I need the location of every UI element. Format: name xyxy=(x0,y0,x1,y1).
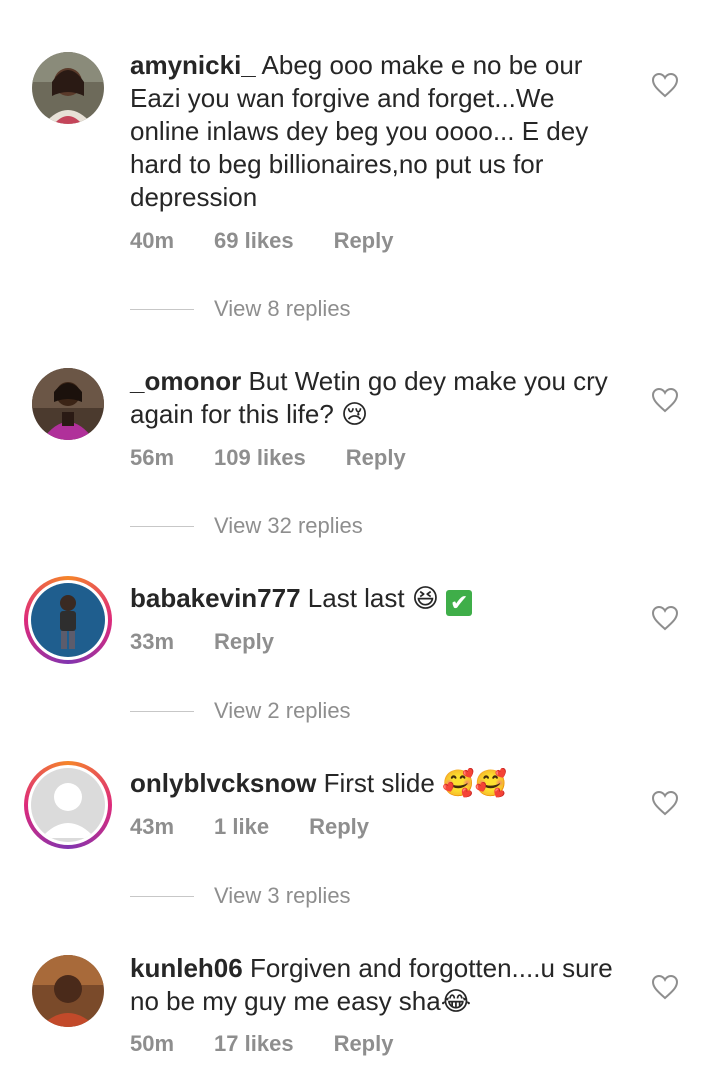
timestamp: 40m xyxy=(130,228,175,253)
comment-body: Last last 😆 xyxy=(300,583,439,613)
comment-body: First slide 🥰🥰 xyxy=(316,768,507,798)
view-replies-label: View 8 replies xyxy=(214,296,351,321)
avatar[interactable] xyxy=(32,52,104,124)
divider-line xyxy=(130,710,194,712)
view-replies-label: View 32 replies xyxy=(214,513,363,538)
comment-meta: 56m 109 likes Reply xyxy=(130,445,406,471)
avatar-story-ring[interactable] xyxy=(24,576,112,664)
reply-button[interactable]: Reply xyxy=(334,228,394,254)
check-mark-icon: ✔ xyxy=(446,590,473,616)
reply-button[interactable]: Reply xyxy=(309,814,369,840)
likes-count[interactable]: 69 likes xyxy=(214,228,294,254)
view-replies-button[interactable]: View 32 replies xyxy=(130,513,363,539)
timestamp: 56m xyxy=(130,445,175,470)
timestamp: 33m xyxy=(130,629,175,654)
view-replies-button[interactable]: View 3 replies xyxy=(130,883,351,909)
divider-line xyxy=(130,525,194,527)
comment-text: amynicki_ Abeg ooo make e no be our Eazi… xyxy=(130,49,620,214)
avatar[interactable] xyxy=(32,955,104,1027)
timestamp: 50m xyxy=(130,1031,175,1056)
heart-outline-icon[interactable] xyxy=(651,605,679,631)
reply-button[interactable]: Reply xyxy=(334,1031,394,1057)
divider-line xyxy=(130,895,194,897)
divider-line xyxy=(130,308,194,310)
comment-text: kunleh06 Forgiven and forgotten....u sur… xyxy=(130,952,620,1018)
comment-text: onlyblvcksnow First slide 🥰🥰 xyxy=(130,767,620,800)
view-replies-button[interactable]: View 8 replies xyxy=(130,296,351,322)
comment-meta: 40m 69 likes Reply xyxy=(130,228,393,254)
view-replies-label: View 2 replies xyxy=(214,698,351,723)
avatar[interactable] xyxy=(32,368,104,440)
view-replies-label: View 3 replies xyxy=(214,883,351,908)
username[interactable]: onlyblvcksnow xyxy=(130,768,316,798)
heart-outline-icon[interactable] xyxy=(651,974,679,1000)
heart-outline-icon[interactable] xyxy=(651,72,679,98)
heart-outline-icon[interactable] xyxy=(651,387,679,413)
comment-meta: 33m Reply xyxy=(130,629,274,655)
heart-outline-icon[interactable] xyxy=(651,790,679,816)
username[interactable]: amynicki_ xyxy=(130,50,256,80)
username[interactable]: babakevin777 xyxy=(130,583,301,613)
username[interactable]: kunleh06 xyxy=(130,953,243,983)
timestamp: 43m xyxy=(130,814,175,839)
default-avatar-icon xyxy=(31,768,105,842)
likes-count[interactable]: 1 like xyxy=(214,814,269,840)
view-replies-button[interactable]: View 2 replies xyxy=(130,698,351,724)
reply-button[interactable]: Reply xyxy=(214,629,274,655)
avatar xyxy=(31,583,105,657)
likes-count[interactable]: 109 likes xyxy=(214,445,306,471)
comment-text: babakevin777 Last last 😆 ✔ xyxy=(130,582,620,616)
likes-count[interactable]: 17 likes xyxy=(214,1031,294,1057)
avatar-story-ring[interactable] xyxy=(24,761,112,849)
comment-text: _omonor But Wetin go dey make you cry ag… xyxy=(130,365,620,431)
comment-meta: 50m 17 likes Reply xyxy=(130,1031,393,1057)
reply-button[interactable]: Reply xyxy=(346,445,406,471)
comment-meta: 43m 1 like Reply xyxy=(130,814,369,840)
username[interactable]: _omonor xyxy=(130,366,241,396)
